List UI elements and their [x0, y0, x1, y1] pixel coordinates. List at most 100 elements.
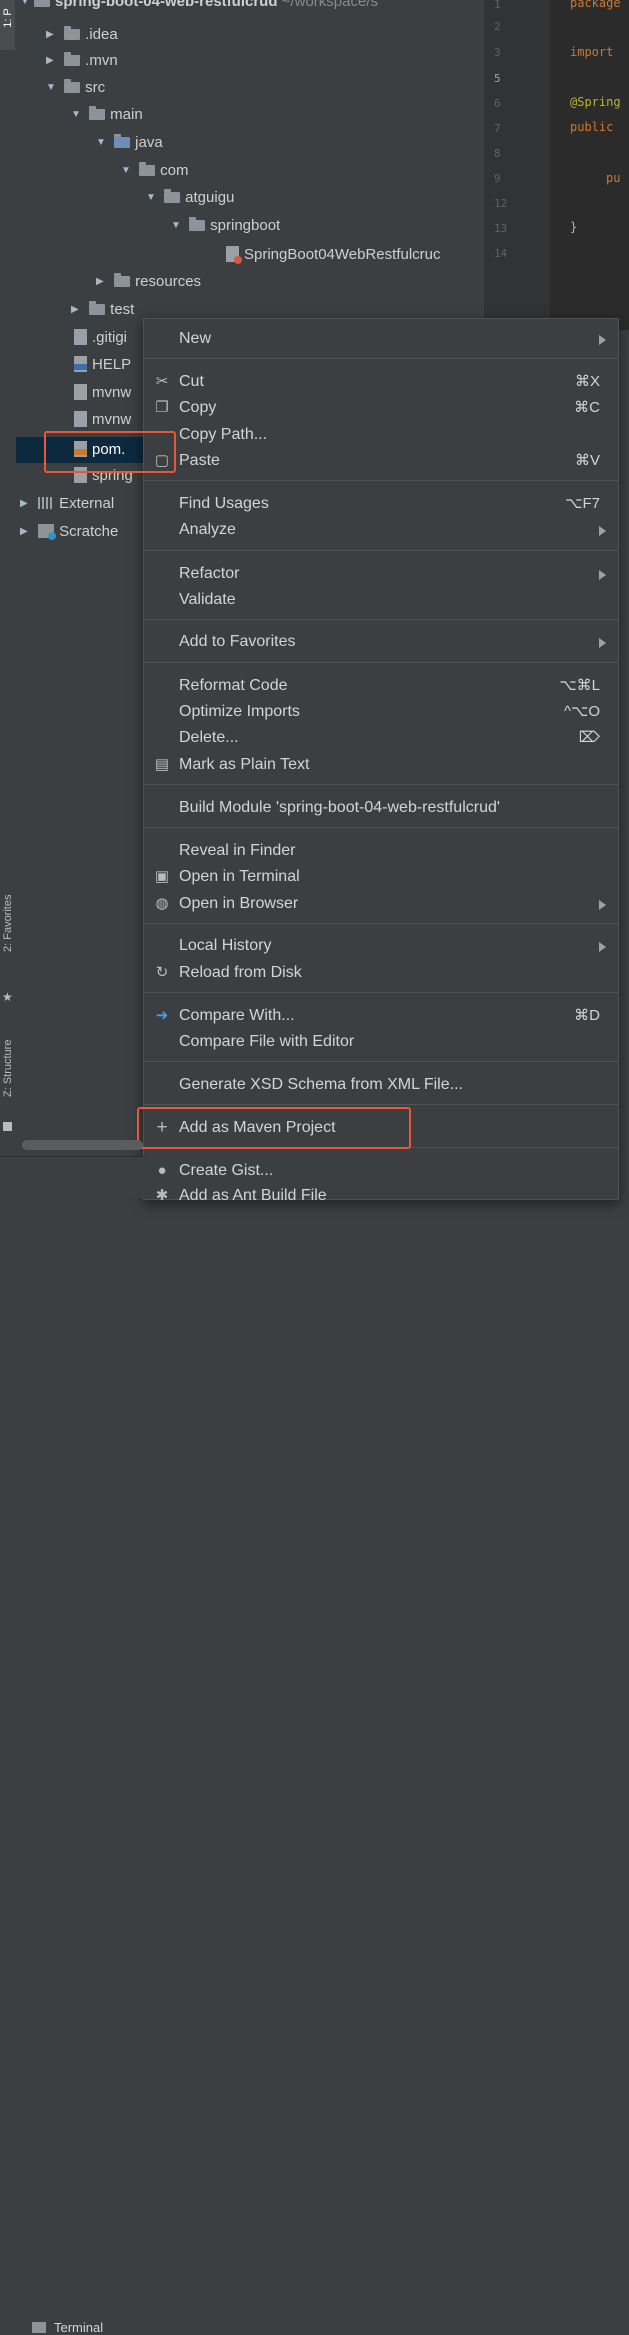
- tree-row-com[interactable]: ▼ com: [121, 158, 189, 184]
- bottom-tool-bar: Terminal: [0, 1156, 145, 2335]
- chevron-down-icon[interactable]: ▼: [20, 0, 34, 15]
- shortcut-label: ⌥⌘L: [559, 677, 600, 694]
- menu-item-refactor[interactable]: Refactor: [144, 561, 618, 587]
- chevron-right-icon[interactable]: ▶: [46, 48, 60, 74]
- chevron-right-icon[interactable]: ▶: [71, 297, 85, 323]
- code-editor[interactable]: package import @Spring public pu }: [550, 0, 629, 330]
- submenu-arrow-icon: [599, 942, 606, 952]
- menu-item-label: Add to Favorites: [179, 633, 296, 650]
- terminal-tool-button[interactable]: Terminal: [32, 2320, 103, 2335]
- chevron-right-icon[interactable]: ▶: [20, 491, 34, 517]
- tree-row-test[interactable]: ▶ test: [71, 297, 134, 323]
- tree-row-mvnw[interactable]: mvnw: [74, 380, 131, 406]
- tree-row-mvn[interactable]: ▶ .mvn: [46, 48, 118, 74]
- menu-item-reload-from-disk[interactable]: ↻ Reload from Disk: [144, 960, 618, 986]
- menu-item-compare-with-editor[interactable]: Compare File with Editor: [144, 1029, 618, 1055]
- structure-icon[interactable]: [3, 1122, 12, 1131]
- java-class-icon: [226, 246, 242, 264]
- menu-item-local-history[interactable]: Local History: [144, 933, 618, 959]
- menu-separator: [144, 784, 618, 785]
- chevron-down-icon[interactable]: ▼: [121, 158, 135, 184]
- menu-item-open-browser[interactable]: ◍ Open in Browser: [144, 891, 618, 917]
- tree-row-springboot[interactable]: ▼ springboot: [171, 213, 280, 239]
- tree-root-label: spring-boot-04-web-restfulcrud: [55, 0, 278, 10]
- menu-item-mark-plain-text[interactable]: ▤ Mark as Plain Text: [144, 752, 618, 778]
- menu-item-label: Copy: [179, 399, 217, 416]
- menu-separator: [144, 619, 618, 620]
- tree-item-label: mvnw: [92, 384, 132, 401]
- tree-row-root[interactable]: ▼ spring-boot-04-web-restfulcrud ~/worksp…: [20, 0, 378, 15]
- submenu-arrow-icon: [599, 638, 606, 648]
- menu-item-find-usages[interactable]: Find Usages ⌥F7: [144, 491, 618, 517]
- globe-icon: ◍: [155, 895, 169, 912]
- project-tool-label[interactable]: 1: P: [2, 0, 14, 44]
- menu-item-generate-xsd[interactable]: Generate XSD Schema from XML File...: [144, 1072, 618, 1098]
- copy-icon: ❐: [155, 399, 169, 416]
- tree-row-help[interactable]: HELP: [74, 352, 131, 378]
- menu-item-label: Generate XSD Schema from XML File...: [179, 1076, 463, 1093]
- star-icon[interactable]: ★: [2, 990, 13, 1004]
- tree-item-label: Scratche: [59, 523, 119, 540]
- menu-item-add-ant-build[interactable]: ✱ Add as Ant Build File: [144, 1183, 618, 1209]
- menu-item-optimize-imports[interactable]: Optimize Imports ^⌥O: [144, 699, 618, 725]
- terminal-icon: [32, 2322, 46, 2333]
- gitignore-file-icon: [74, 329, 87, 345]
- chevron-down-icon[interactable]: ▼: [96, 130, 110, 156]
- package-icon: [164, 189, 181, 203]
- menu-item-validate[interactable]: Validate: [144, 587, 618, 613]
- submenu-arrow-icon: [599, 570, 606, 580]
- chevron-right-icon[interactable]: ▶: [46, 22, 60, 48]
- folder-icon: [64, 26, 81, 40]
- tree-row-atguigu[interactable]: ▼ atguigu: [146, 185, 234, 211]
- tree-row-java[interactable]: ▼ java: [96, 130, 163, 156]
- tree-item-label: .gitigi: [92, 329, 128, 346]
- menu-item-create-gist[interactable]: ● Create Gist...: [144, 1158, 618, 1184]
- favorites-tool-label[interactable]: 2: Favorites: [2, 895, 14, 952]
- menu-separator: [144, 1061, 618, 1062]
- tree-row-main-class[interactable]: SpringBoot04WebRestfulcruc: [226, 242, 441, 268]
- menu-item-open-terminal[interactable]: ▣ Open in Terminal: [144, 864, 618, 890]
- structure-tool-label[interactable]: Z: Structure: [2, 1040, 14, 1097]
- chevron-down-icon[interactable]: ▼: [146, 185, 160, 211]
- menu-item-build-module[interactable]: Build Module 'spring-boot-04-web-restful…: [144, 795, 618, 821]
- menu-item-cut[interactable]: ✂ Cut ⌘X: [144, 369, 618, 395]
- menu-item-copy-path[interactable]: Copy Path...: [144, 422, 618, 448]
- text-file-icon: [74, 411, 87, 427]
- terminal-label: Terminal: [54, 2320, 104, 2335]
- menu-item-reformat-code[interactable]: Reformat Code ⌥⌘L: [144, 673, 618, 699]
- line-number: 3: [494, 46, 501, 59]
- menu-item-analyze[interactable]: Analyze: [144, 517, 618, 543]
- tree-row-gitignore[interactable]: .gitigi: [74, 325, 127, 351]
- menu-item-compare-with[interactable]: ➜ Compare With... ⌘D: [144, 1003, 618, 1029]
- tree-row-external-libraries[interactable]: ▶ External: [20, 491, 114, 517]
- chevron-down-icon[interactable]: ▼: [46, 75, 60, 101]
- menu-item-copy[interactable]: ❐ Copy ⌘C: [144, 395, 618, 421]
- tree-row-mvnw-cmd[interactable]: mvnw: [74, 407, 131, 433]
- tree-item-label: atguigu: [185, 189, 235, 206]
- horizontal-scrollbar[interactable]: [22, 1140, 143, 1150]
- tree-item-label: mvnw: [92, 411, 132, 428]
- menu-item-paste[interactable]: ▢ Paste ⌘V: [144, 448, 618, 474]
- tree-row-idea[interactable]: ▶ .idea: [46, 22, 118, 48]
- chevron-right-icon[interactable]: ▶: [20, 519, 34, 545]
- shortcut-label: ⌘V: [574, 452, 600, 469]
- menu-item-add-to-favorites[interactable]: Add to Favorites: [144, 629, 618, 655]
- tree-row-resources[interactable]: ▶ resources: [96, 269, 201, 295]
- menu-item-delete[interactable]: Delete... ⌦: [144, 725, 618, 751]
- menu-item-label: Reformat Code: [179, 677, 288, 694]
- chevron-down-icon[interactable]: ▼: [71, 102, 85, 128]
- chevron-down-icon[interactable]: ▼: [171, 213, 185, 239]
- context-menu: New ✂ Cut ⌘X ❐ Copy ⌘C Copy Path... ▢ Paste ⌘V…: [143, 318, 619, 1204]
- scratches-icon: [38, 524, 57, 540]
- shortcut-label: ^⌥O: [564, 703, 600, 720]
- folder-icon: [89, 106, 106, 120]
- tree-item-label: springboot: [210, 217, 281, 234]
- tree-row-src[interactable]: ▼ src: [46, 75, 105, 101]
- tree-row-scratches[interactable]: ▶ Scratche: [20, 519, 118, 545]
- menu-item-label: Compare With...: [179, 1007, 295, 1024]
- tree-row-main[interactable]: ▼ main: [71, 102, 143, 128]
- menu-item-new[interactable]: New: [144, 326, 618, 352]
- chevron-right-icon[interactable]: ▶: [96, 269, 110, 295]
- menu-item-reveal-in-finder[interactable]: Reveal in Finder: [144, 838, 618, 864]
- tree-item-label: java: [135, 134, 163, 151]
